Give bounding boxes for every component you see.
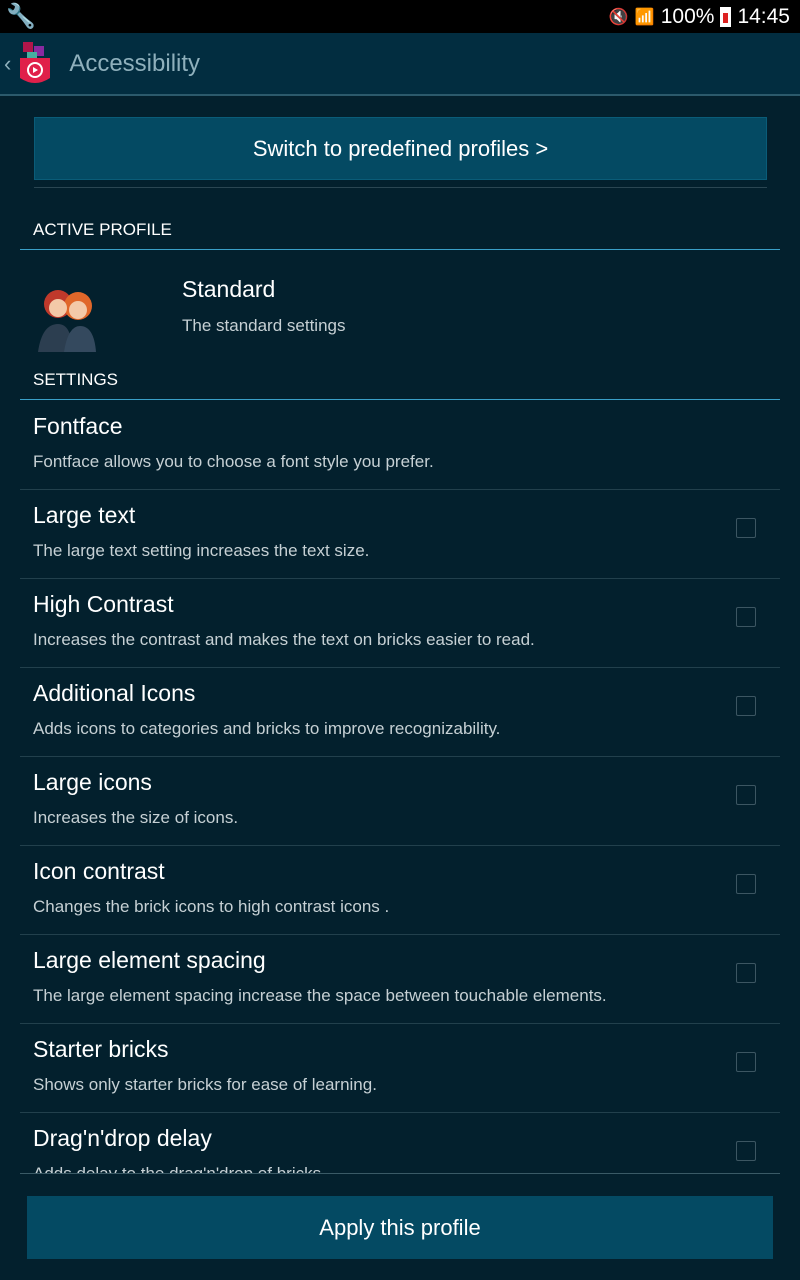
setting-description: Increases the contrast and makes the tex… bbox=[33, 630, 535, 649]
setting-description: Adds delay to the drag'n'drop of bricks. bbox=[33, 1164, 326, 1174]
setting-item[interactable]: Large element spacing The large element s… bbox=[20, 935, 780, 1024]
settings-header: SETTINGS bbox=[20, 370, 780, 400]
setting-title: Additional Icons bbox=[33, 680, 196, 706]
setting-description: Fontface allows you to choose a font sty… bbox=[33, 452, 434, 471]
battery-percent: 100% bbox=[660, 4, 715, 28]
setting-checkbox[interactable] bbox=[736, 1052, 756, 1072]
profile-name: Standard bbox=[182, 276, 276, 302]
setting-title: Icon contrast bbox=[33, 858, 165, 884]
setting-item[interactable]: Starter bricks Shows only starter bricks … bbox=[20, 1024, 780, 1113]
setting-title: High Contrast bbox=[33, 591, 174, 617]
setting-item[interactable]: Fontface Fontface allows you to choose a … bbox=[20, 401, 780, 490]
apply-profile-button[interactable]: Apply this profile bbox=[27, 1196, 773, 1259]
setting-title: Drag'n'drop delay bbox=[33, 1125, 212, 1151]
back-chevron-icon[interactable]: ‹ bbox=[4, 51, 11, 77]
setting-item[interactable]: Icon contrast Changes the brick icons to … bbox=[20, 846, 780, 935]
clock: 14:45 bbox=[737, 4, 790, 28]
active-profile-row[interactable]: Standard The standard settings bbox=[20, 260, 780, 355]
setting-description: Changes the brick icons to high contrast… bbox=[33, 897, 390, 916]
setting-title: Starter bricks bbox=[33, 1036, 169, 1062]
profile-description: The standard settings bbox=[182, 316, 346, 335]
wrench-icon: 🔧 bbox=[6, 3, 36, 30]
profile-avatar bbox=[32, 280, 104, 352]
setting-title: Large text bbox=[33, 502, 136, 528]
setting-checkbox[interactable] bbox=[736, 518, 756, 538]
setting-description: The large element spacing increase the s… bbox=[33, 986, 607, 1005]
page-title: Accessibility bbox=[69, 49, 201, 77]
setting-item[interactable]: High Contrast Increases the contrast and … bbox=[20, 579, 780, 668]
setting-item[interactable]: Drag'n'drop delay Adds delay to the drag'… bbox=[20, 1113, 780, 1174]
setting-checkbox[interactable] bbox=[736, 874, 756, 894]
settings-list[interactable]: Fontface Fontface allows you to choose a … bbox=[20, 401, 780, 1174]
setting-title: Fontface bbox=[33, 413, 123, 439]
setting-title: Large element spacing bbox=[33, 947, 266, 973]
wifi-icon: 📶 bbox=[634, 8, 655, 26]
setting-checkbox[interactable] bbox=[736, 1141, 756, 1161]
setting-checkbox[interactable] bbox=[736, 785, 756, 805]
setting-item[interactable]: Large text The large text setting increas… bbox=[20, 490, 780, 579]
status-bar: 🔧 🔇 📶 100% 14:45 bbox=[0, 0, 800, 33]
setting-title: Large icons bbox=[33, 769, 152, 795]
setting-description: The large text setting increases the tex… bbox=[33, 541, 370, 560]
active-profile-header: ACTIVE PROFILE bbox=[20, 220, 780, 250]
setting-item[interactable]: Additional Icons Adds icons to categories… bbox=[20, 668, 780, 757]
app-bar: ‹ Accessibility bbox=[0, 33, 800, 96]
setting-item[interactable]: Large icons Increases the size of icons. bbox=[20, 757, 780, 846]
battery-icon bbox=[720, 6, 732, 27]
setting-description: Adds icons to categories and bricks to i… bbox=[33, 719, 501, 738]
setting-checkbox[interactable] bbox=[736, 607, 756, 627]
setting-description: Shows only starter bricks for ease of le… bbox=[33, 1075, 377, 1094]
setting-description: Increases the size of icons. bbox=[33, 808, 239, 827]
switch-predefined-profiles-button[interactable]: Switch to predefined profiles > bbox=[34, 117, 767, 180]
setting-checkbox[interactable] bbox=[736, 696, 756, 716]
setting-checkbox[interactable] bbox=[736, 963, 756, 983]
divider bbox=[34, 187, 767, 188]
mute-icon: 🔇 bbox=[608, 8, 629, 26]
app-logo[interactable] bbox=[17, 40, 53, 88]
